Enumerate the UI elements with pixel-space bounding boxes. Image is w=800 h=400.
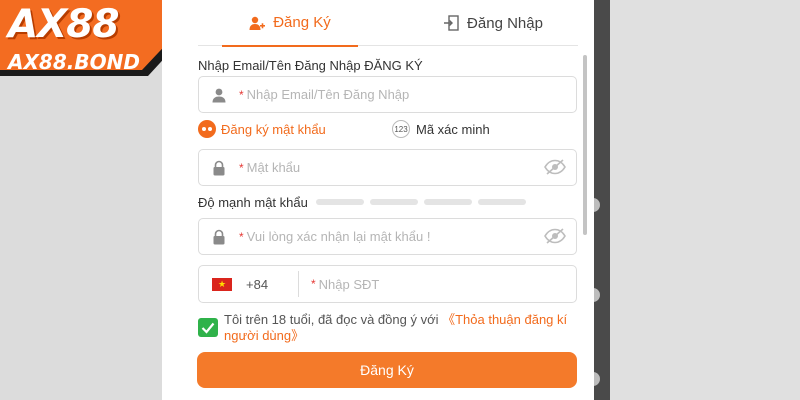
mode-password-label: Đăng ký mật khẩu [221,121,326,137]
auth-tabs: Đăng Ký Đăng Nhập [198,0,578,47]
confirm-password-field[interactable]: * Vui lòng xác nhận lại mật khẩu ! [198,218,577,255]
mode-otp-label: Mã xác minh [416,121,490,137]
phone-divider [298,271,299,297]
logo-domain: AX88.BOND [8,50,140,74]
tab-register[interactable]: Đăng Ký [222,0,358,47]
register-submit-button[interactable]: Đăng Ký [197,352,577,388]
password-strength-meter [315,199,532,205]
tab-register-label: Đăng Ký [273,14,331,31]
terms-text-body: Tôi trên 18 tuổi, đã đọc và đồng ý với [224,312,443,327]
email-field[interactable]: * Nhập Email/Tên Đăng Nhập [198,76,577,113]
lock-icon [199,229,239,245]
confirm-password-placeholder: Vui lòng xác nhận lại mật khẩu ! [246,229,431,244]
logo-text: AX88 [8,2,120,47]
lock-icon [199,160,239,176]
register-mode-switch: Đăng ký mật khẩu 123 Mã xác minh [198,120,577,140]
background-right [610,0,800,400]
numeric-code-icon: 123 [392,120,410,138]
required-mark: * [239,160,244,175]
phone-field[interactable]: ★ +84 * Nhập SĐT [198,265,577,303]
email-placeholder: Nhập Email/Tên Đăng Nhập [246,87,410,102]
user-plus-icon [249,15,266,31]
tab-login-label: Đăng Nhập [467,14,543,32]
email-field-label: Nhập Email/Tên Đăng Nhập ĐĂNG KÝ [198,58,423,73]
password-field[interactable]: * Mật khẩu [198,149,577,186]
strength-bar [423,199,472,205]
password-placeholder: Mật khẩu [246,160,301,175]
scrollbar-thumb[interactable] [583,55,587,235]
strength-bar [315,199,364,205]
login-door-icon [443,15,459,31]
eye-hidden-icon[interactable] [544,228,566,244]
checkmark-icon [201,322,215,334]
required-mark: * [239,229,244,244]
password-strength-label: Độ mạnh mật khẩu [198,194,308,210]
password-strength: Độ mạnh mật khẩu [198,194,577,210]
country-code[interactable]: +84 [246,277,286,292]
eye-hidden-icon[interactable] [544,159,566,175]
strength-bar [477,199,526,205]
strength-bar [369,199,418,205]
tab-login[interactable]: Đăng Nhập [418,0,568,46]
mode-otp-option[interactable]: 123 Mã xác minh [392,120,490,138]
required-mark: * [239,87,244,102]
required-mark: * [311,277,316,291]
phone-placeholder: Nhập SĐT [318,276,380,292]
mode-password-option[interactable]: Đăng ký mật khẩu [198,120,326,138]
user-icon [199,87,239,103]
terms-agreement: Tôi trên 18 tuổi, đã đọc và đồng ý với 《… [198,312,577,344]
terms-checkbox[interactable] [198,318,218,337]
password-dots-icon [198,120,216,138]
terms-text: Tôi trên 18 tuổi, đã đọc và đồng ý với 《… [224,312,574,344]
register-modal: Đăng Ký Đăng Nhập Nhập Email/Tên Đăng Nh… [162,0,594,400]
vietnam-flag-icon: ★ [212,277,232,291]
